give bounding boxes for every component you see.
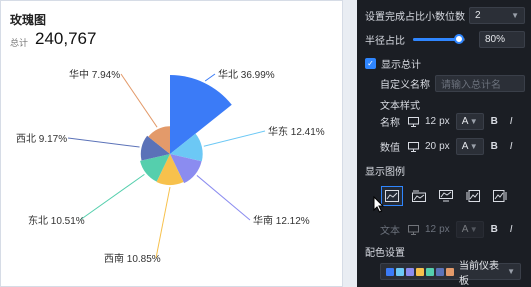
bold-button: B xyxy=(490,224,498,235)
custom-name-input[interactable]: 请输入总计名 xyxy=(435,75,525,92)
custom-name-row: 自定义名称 请输入总计名 xyxy=(380,75,525,92)
data-label: 东北 10.51% xyxy=(28,214,85,227)
text-style-label: 文本样式 xyxy=(380,101,420,112)
monitor-icon xyxy=(405,221,422,238)
custom-name-placeholder: 请输入总计名 xyxy=(441,80,501,91)
decimal-row: 设置完成占比小数位数 2 ▼ xyxy=(365,7,525,24)
legend-right-icon[interactable] xyxy=(489,186,511,206)
color-theme-select[interactable]: 当前仪表板 ▼ xyxy=(380,261,521,287)
legend-text-size: 12 xyxy=(425,224,437,235)
legend-bottom-icon[interactable] xyxy=(435,186,457,206)
italic-button: I xyxy=(509,224,513,235)
color-theme-row: 当前仪表板 ▼ xyxy=(380,261,521,287)
decimal-label: 设置完成占比小数位数 xyxy=(365,12,465,23)
color-swatch xyxy=(386,267,394,276)
legend-text-row: 文本 12 px A ▼ B I xyxy=(380,221,520,238)
data-label: 西南 10.85% xyxy=(104,252,161,265)
show-total-label: 显示总计 xyxy=(381,60,421,71)
rose-chart: 华北 36.99% 华东 12.41% 华南 12.12% 西南 10.85% 东北 1… xyxy=(16,68,325,265)
value-size-value[interactable]: 20 xyxy=(425,141,436,152)
chevron-down-icon: ▼ xyxy=(469,117,478,126)
decimal-select[interactable]: 2 ▼ xyxy=(469,7,525,24)
leader-line xyxy=(120,73,158,128)
data-label: 华中 7.94% xyxy=(69,68,120,81)
legend-position-group xyxy=(381,186,516,206)
color-swatch xyxy=(436,267,444,276)
legend-text-label: 文本 xyxy=(380,226,400,237)
leader-line xyxy=(79,173,145,221)
leader-line xyxy=(203,130,266,147)
color-swatch xyxy=(406,267,414,276)
chevron-down-icon: ▼ xyxy=(511,11,519,20)
font-color-a-icon: A xyxy=(461,116,469,127)
chevron-down-icon: ▼ xyxy=(469,142,478,151)
italic-button[interactable]: I xyxy=(503,113,520,130)
color-swatch xyxy=(396,267,404,276)
value-size-unit: px xyxy=(439,141,450,152)
legend-top-left-icon[interactable] xyxy=(408,186,430,206)
show-total-row[interactable]: ✓ 显示总计 xyxy=(365,56,421,71)
leader-line xyxy=(196,175,251,221)
value-style-label: 数值 xyxy=(380,143,400,154)
radius-row: 半径占比 80% xyxy=(365,31,525,48)
color-swatch xyxy=(426,267,434,276)
bold-button[interactable]: B xyxy=(486,138,503,155)
chart-card: 玫瑰图 总计 240,767 华北 36.99% 华东 12.41% 华南 12.1… xyxy=(0,0,343,287)
name-size-value[interactable]: 12 xyxy=(425,116,436,127)
radius-value: 80% xyxy=(485,34,506,45)
radius-input[interactable]: 80% xyxy=(479,31,525,48)
legend-text-unit: px xyxy=(439,224,450,235)
name-style-label: 名称 xyxy=(380,118,400,129)
color-swatch xyxy=(446,267,454,276)
leader-line xyxy=(204,73,216,82)
leader-line xyxy=(155,186,171,259)
italic-button[interactable]: I xyxy=(503,138,520,155)
leader-line xyxy=(67,137,140,148)
monitor-icon[interactable] xyxy=(405,138,422,155)
font-color-a-icon: A xyxy=(461,141,469,152)
mouse-cursor-icon xyxy=(373,195,385,216)
radius-slider-thumb[interactable] xyxy=(454,34,464,44)
chevron-down-icon: ▼ xyxy=(507,267,515,276)
color-theme-name: 当前仪表板 xyxy=(459,260,499,287)
name-font-color-select[interactable]: A ▼ xyxy=(455,113,484,130)
name-size-unit: px xyxy=(439,116,450,127)
name-style-row: 名称 12 px A ▼ B I xyxy=(380,113,520,130)
chevron-down-icon: ▼ xyxy=(469,225,478,234)
legend-left-icon[interactable] xyxy=(462,186,484,206)
data-label: 华东 12.41% xyxy=(268,125,325,138)
value-style-row: 数值 20 px A ▼ B I xyxy=(380,138,520,155)
rose-sector-华北[interactable] xyxy=(170,75,232,154)
color-settings-label: 配色设置 xyxy=(365,248,405,259)
font-color-a-icon: A xyxy=(461,224,469,235)
decimal-value: 2 xyxy=(475,10,481,21)
theme-swatches xyxy=(386,267,456,276)
show-total-checkbox[interactable]: ✓ xyxy=(365,58,376,69)
value-font-color-select[interactable]: A ▼ xyxy=(455,138,484,155)
legend-top-icon[interactable] xyxy=(381,186,403,206)
radius-slider-fill xyxy=(413,38,457,41)
data-label: 华北 36.99% xyxy=(218,68,275,81)
data-label: 西北 9.17% xyxy=(16,133,67,145)
monitor-icon[interactable] xyxy=(405,113,422,130)
bold-button[interactable]: B xyxy=(486,113,503,130)
settings-panel: 设置完成占比小数位数 2 ▼ 半径占比 80% ✓ 显示总计 自定义名称 请输入 xyxy=(357,0,531,287)
data-label: 华南 12.12% xyxy=(253,214,310,227)
radius-label: 半径占比 xyxy=(365,36,405,47)
custom-name-label: 自定义名称 xyxy=(380,80,430,91)
show-legend-label: 显示图例 xyxy=(365,167,405,178)
color-swatch xyxy=(416,267,424,276)
legend-font-color-select: A ▼ xyxy=(455,221,484,238)
